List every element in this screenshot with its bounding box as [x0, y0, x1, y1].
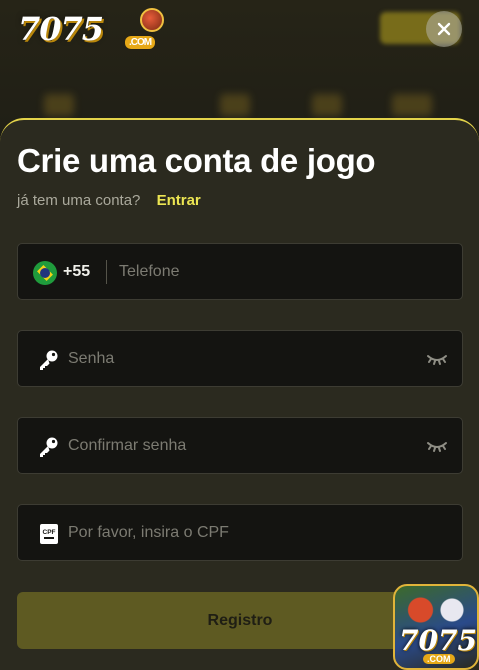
password-placeholder: Senha [68, 350, 115, 367]
blurred-icon [220, 94, 250, 116]
close-icon [437, 22, 451, 36]
phone-field[interactable]: +55 Telefone [17, 243, 463, 300]
password-field[interactable]: Senha [17, 330, 463, 387]
site-logo: 7075 .COM [18, 8, 164, 49]
country-code[interactable]: +55 [63, 263, 90, 281]
field-divider [106, 260, 107, 284]
mascot-icon [403, 592, 473, 628]
close-button[interactable] [426, 11, 462, 47]
blurred-icon [392, 94, 432, 116]
confirm-password-placeholder: Confirmar senha [68, 437, 187, 454]
badge-logo-suffix: .COM [423, 654, 455, 664]
badge-logo-text: 7075 [399, 624, 477, 657]
eye-closed-icon[interactable] [426, 437, 448, 455]
background-header: 7075 .COM [0, 0, 479, 130]
cpf-placeholder: Por favor, insira o CPF [68, 524, 229, 541]
confirm-password-field[interactable]: Confirmar senha [17, 417, 463, 474]
blurred-icon [44, 94, 74, 116]
blurred-icon [312, 94, 342, 116]
cpf-icon-label: CPF [43, 529, 56, 536]
eye-closed-icon[interactable] [426, 350, 448, 368]
floating-promo-badge[interactable]: 7075 .COM [393, 584, 479, 670]
blurred-banner [150, 8, 250, 44]
page-title: Crie uma conta de jogo [17, 142, 376, 179]
brazil-flag-icon[interactable] [33, 261, 57, 285]
login-prompt: já tem uma conta? Entrar [17, 192, 201, 209]
phone-placeholder: Telefone [119, 263, 180, 280]
key-icon [40, 350, 58, 370]
cpf-field[interactable]: CPF Por favor, insira o CPF [17, 504, 463, 561]
have-account-text: já tem uma conta? [17, 192, 141, 209]
login-link[interactable]: Entrar [157, 192, 201, 209]
cpf-icon: CPF [40, 524, 58, 544]
key-icon [40, 437, 58, 457]
logo-text: 7075 [18, 10, 104, 48]
